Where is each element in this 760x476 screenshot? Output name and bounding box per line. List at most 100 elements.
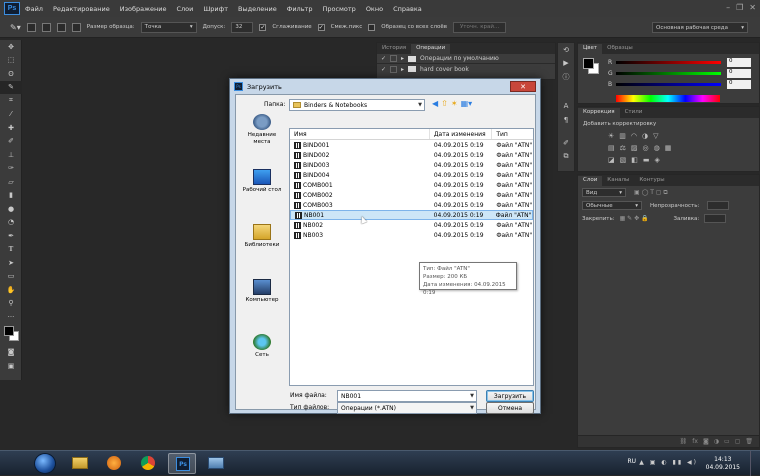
language-indicator[interactable]: RU	[627, 458, 636, 465]
tab-adjustments[interactable]: Коррекция	[578, 108, 620, 118]
type-tool-icon[interactable]: T	[0, 243, 22, 257]
menu-window[interactable]: Окно	[366, 5, 383, 13]
place-computer[interactable]: Компьютер	[239, 279, 285, 325]
exposure-icon[interactable]: ◑	[642, 132, 648, 140]
tab-styles[interactable]: Стили	[620, 108, 648, 118]
color-balance-icon[interactable]: ⚖	[620, 144, 626, 152]
opacity-input[interactable]	[707, 201, 730, 210]
load-button[interactable]: Загрузить	[486, 390, 534, 402]
screen-mode-icon[interactable]: ▣	[0, 359, 22, 373]
channel-mixer-icon[interactable]: ◍	[654, 144, 660, 152]
menu-type[interactable]: Шрифт	[203, 5, 228, 13]
color-spectrum-bar[interactable]	[616, 95, 720, 102]
red-input[interactable]: 0	[727, 58, 751, 67]
minimize-icon[interactable]: –	[726, 3, 730, 12]
restore-icon[interactable]: ❐	[736, 3, 743, 12]
tab-color[interactable]: Цвет	[578, 44, 603, 54]
file-row[interactable]: BIND004 04.09.2015 0:19 Файл "ATN"	[290, 170, 533, 180]
new-layer-icon[interactable]: ▢	[735, 438, 741, 445]
intersect-selection-icon[interactable]	[71, 22, 81, 32]
eyedropper-tool-icon[interactable]: ⁄	[0, 108, 22, 122]
list-item[interactable]: ✓ ▸ hard cover book	[377, 64, 555, 74]
clone-source-icon[interactable]: ⧉	[558, 150, 574, 164]
shape-tool-icon[interactable]: ▭	[0, 270, 22, 284]
gradient-map-icon[interactable]: ▬	[643, 156, 650, 164]
column-date[interactable]: Дата изменения	[430, 129, 493, 139]
blue-input[interactable]: 0	[727, 80, 751, 89]
file-row[interactable]: NB002 04.09.2015 0:19 Файл "ATN"	[290, 220, 533, 230]
taskbar-explorer[interactable]	[66, 453, 94, 474]
menu-edit[interactable]: Редактирование	[53, 5, 110, 13]
foreground-color-swatch[interactable]	[4, 325, 14, 336]
link-icon[interactable]: ⛓	[680, 438, 688, 445]
zoom-tool-icon[interactable]: ⚲	[0, 297, 22, 311]
subtract-selection-icon[interactable]	[56, 22, 66, 32]
place-recent[interactable]: Недавние места	[239, 114, 285, 160]
healing-tool-icon[interactable]: ✚	[0, 121, 22, 135]
info-panel-icon[interactable]: ⓘ	[558, 70, 574, 84]
trash-icon[interactable]: 🗑	[745, 438, 753, 445]
workspace-select[interactable]: Основная рабочая среда ▾	[652, 22, 748, 33]
foreground-color-swatch[interactable]	[583, 58, 594, 69]
close-icon[interactable]: ✕	[749, 3, 756, 12]
green-slider[interactable]	[616, 72, 721, 75]
tab-history[interactable]: История	[377, 44, 411, 54]
file-row[interactable]: COMB001 04.09.2015 0:19 Файл "ATN"	[290, 180, 533, 190]
color-lookup-icon[interactable]: ▦	[665, 144, 672, 152]
black-white-icon[interactable]: ▨	[631, 144, 638, 152]
view-menu-icon[interactable]: ▦▾	[461, 99, 473, 108]
red-slider[interactable]	[616, 61, 721, 64]
menu-filter[interactable]: Фильтр	[287, 5, 313, 13]
column-name[interactable]: Имя	[290, 129, 430, 139]
filetype-select[interactable]: Операции (*.ATN) ▼	[337, 402, 477, 414]
adjustment-layer-icon[interactable]: ◑	[714, 438, 719, 445]
mask-icon[interactable]: ◙	[703, 438, 709, 445]
list-item[interactable]: ✓ ▸ Операции по умолчанию	[377, 54, 555, 64]
history-panel-icon[interactable]: ⟲	[558, 43, 574, 57]
layer-kind-select[interactable]: Вид ▾	[582, 188, 626, 197]
file-row[interactable]: COMB003 04.09.2015 0:19 Файл "ATN"	[290, 200, 533, 210]
lock-icons[interactable]: ▦ ✎ ✥ 🔒	[620, 215, 649, 222]
file-row[interactable]: BIND001 04.09.2015 0:19 Файл "ATN"	[290, 140, 533, 150]
menu-select[interactable]: Выделение	[238, 5, 277, 13]
blend-mode-select[interactable]: Обычные ▾	[582, 201, 642, 210]
place-desktop[interactable]: Рабочий стол	[239, 169, 285, 215]
taskbar-media-player[interactable]	[100, 453, 128, 474]
taskbar-clock[interactable]: 14:13 04.09.2015	[706, 456, 740, 472]
blur-tool-icon[interactable]: ●	[0, 202, 22, 216]
blue-slider[interactable]	[616, 83, 721, 86]
actions-panel-icon[interactable]: ▶	[558, 57, 574, 71]
dodge-tool-icon[interactable]: ◔	[0, 216, 22, 230]
vibrance-icon[interactable]: ▽	[653, 132, 658, 140]
paragraph-panel-icon[interactable]: ¶	[558, 113, 574, 127]
eyedropper-preset-icon[interactable]: ✎▾	[10, 23, 21, 32]
crop-tool-icon[interactable]: ⌗	[0, 94, 22, 108]
taskbar-window[interactable]	[202, 453, 230, 474]
photo-filter-icon[interactable]: ◎	[643, 144, 649, 152]
threshold-icon[interactable]: ◧	[631, 156, 638, 164]
tab-paths[interactable]: Контуры	[634, 176, 669, 186]
up-folder-icon[interactable]: ⇧	[441, 99, 448, 108]
brush-panel-icon[interactable]: ✐	[558, 137, 574, 151]
taskbar-chrome[interactable]	[134, 453, 162, 474]
more-tools-icon[interactable]: ···	[0, 310, 22, 324]
brightness-icon[interactable]: ☀	[608, 132, 614, 140]
gradient-tool-icon[interactable]: ▮	[0, 189, 22, 203]
cancel-button[interactable]: Отмена	[486, 402, 534, 414]
antialias-checkbox[interactable]: ✓	[259, 23, 267, 31]
file-row[interactable]: BIND002 04.09.2015 0:19 Файл "ATN"	[290, 150, 533, 160]
filename-input[interactable]: NB001 ▼	[337, 390, 477, 402]
place-network[interactable]: Сеть	[239, 334, 285, 380]
tab-channels[interactable]: Каналы	[602, 176, 634, 186]
sample-size-select[interactable]: Точка ▾	[140, 21, 197, 33]
close-button[interactable]: ✕	[510, 81, 536, 92]
menu-help[interactable]: Справка	[393, 5, 422, 13]
curves-icon[interactable]: ◠	[631, 132, 637, 140]
new-folder-icon[interactable]: ✶	[451, 99, 458, 108]
move-tool-icon[interactable]: ✥	[0, 40, 22, 54]
posterize-icon[interactable]: ▧	[620, 156, 627, 164]
start-button[interactable]	[34, 453, 56, 474]
new-selection-icon[interactable]	[26, 22, 36, 32]
invert-icon[interactable]: ◪	[608, 156, 615, 164]
refine-edge-button[interactable]: Уточн. край...	[452, 21, 507, 33]
